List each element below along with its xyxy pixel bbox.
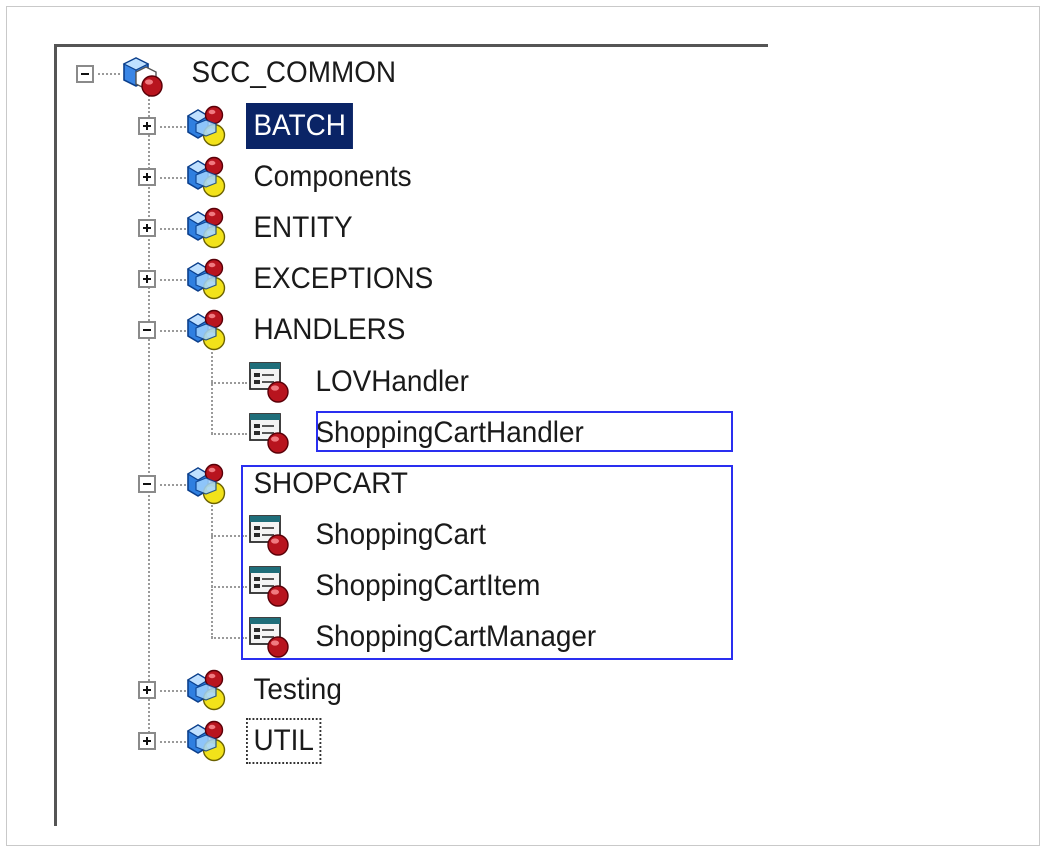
tree-node-testing[interactable]: Testing (246, 667, 349, 713)
collapse-toggle-handlers[interactable] (138, 321, 156, 339)
tree-node-shopcart[interactable]: SHOPCART (246, 461, 415, 507)
tree-connector-line (211, 502, 213, 638)
tree-node-components[interactable]: Components (246, 154, 419, 200)
tree-node-scc-common[interactable]: SCC_COMMON (184, 50, 403, 96)
expand-toggle-components[interactable] (138, 168, 156, 186)
class-icon (248, 615, 292, 659)
tree-connector-line (160, 177, 186, 179)
tree-connector-line (211, 535, 247, 537)
project-package-icon (122, 54, 166, 98)
tree-node-shoppingcart[interactable]: ShoppingCart (308, 512, 494, 558)
tree-node-batch[interactable]: BATCH (246, 103, 354, 149)
folder-package-icon (186, 308, 230, 352)
tree-connector-line (160, 690, 186, 692)
class-icon (248, 513, 292, 557)
folder-package-icon (186, 104, 230, 148)
folder-package-icon (186, 668, 230, 712)
tree-connector-line (211, 433, 247, 435)
expand-toggle-testing[interactable] (138, 681, 156, 699)
tree-connector-line (160, 228, 186, 230)
expand-toggle-batch[interactable] (138, 117, 156, 135)
tree-connector-line (211, 586, 247, 588)
tree-node-lovhandler[interactable]: LOVHandler (308, 359, 476, 405)
tree-connector-line (211, 382, 247, 384)
folder-package-icon (186, 155, 230, 199)
expand-toggle-util[interactable] (138, 732, 156, 750)
expand-toggle-entity[interactable] (138, 219, 156, 237)
folder-package-icon (186, 206, 230, 250)
tree-node-entity[interactable]: ENTITY (246, 205, 360, 251)
tree-node-shoppingcartmanager[interactable]: ShoppingCartManager (308, 614, 604, 660)
class-icon (248, 360, 292, 404)
tree-connector-line (98, 73, 120, 75)
tree-connector-line (160, 126, 186, 128)
tree-node-handlers[interactable]: HANDLERS (246, 307, 413, 353)
tree-node-exceptions[interactable]: EXCEPTIONS (246, 256, 441, 302)
collapse-toggle-shopcart[interactable] (138, 475, 156, 493)
tree-connector-line (160, 741, 186, 743)
tree-node-shoppingcarthandler[interactable]: ShoppingCartHandler (308, 410, 591, 456)
folder-package-icon (186, 719, 230, 763)
tree-node-util[interactable]: UTIL (246, 718, 322, 764)
tree-node-shoppingcartitem[interactable]: ShoppingCartItem (308, 563, 548, 609)
class-icon (248, 564, 292, 608)
tree-connector-line (160, 484, 186, 486)
tree-connector-line (211, 637, 247, 639)
expand-toggle-exceptions[interactable] (138, 270, 156, 288)
folder-package-icon (186, 462, 230, 506)
tree-connector-line (148, 92, 150, 744)
folder-package-icon (186, 257, 230, 301)
collapse-toggle-scc-common[interactable] (76, 65, 94, 83)
tree-connector-line (211, 348, 213, 434)
class-icon (248, 411, 292, 455)
tree-connector-line (160, 330, 186, 332)
tree-connector-line (160, 279, 186, 281)
